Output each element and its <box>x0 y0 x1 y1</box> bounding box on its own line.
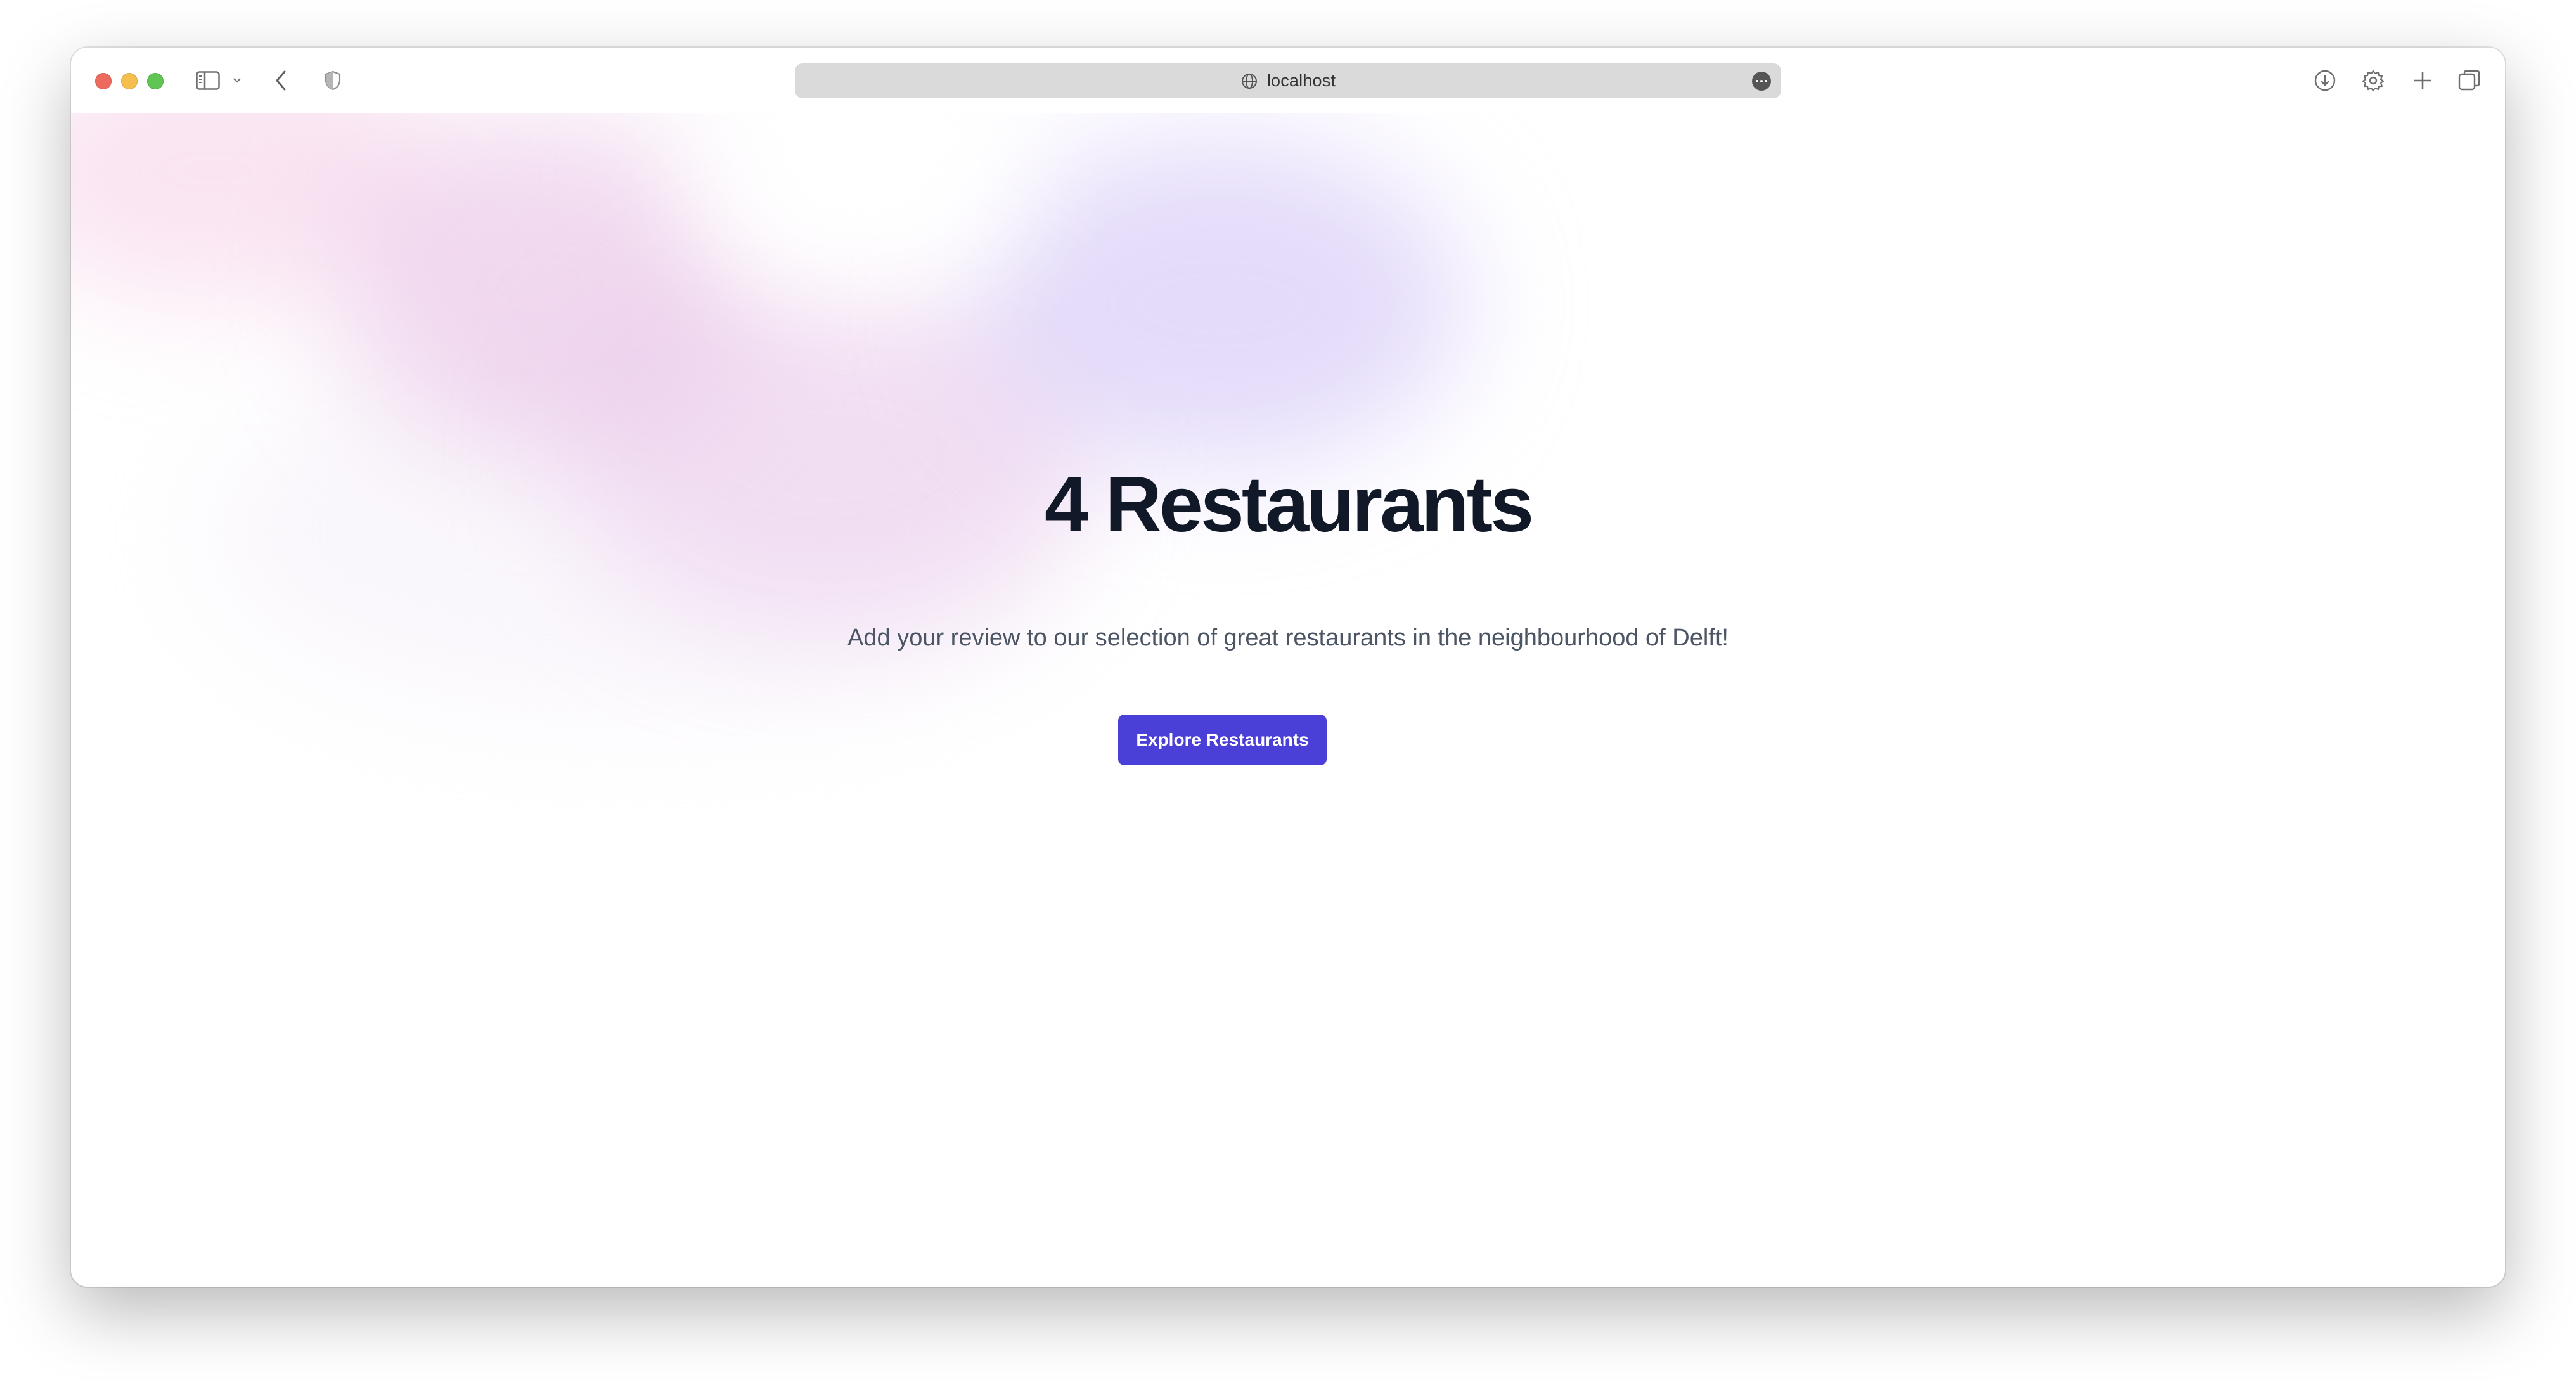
browser-window: localhost 4 Restaurants Add your review … <box>71 48 2505 1287</box>
minimize-window-button[interactable] <box>121 73 138 89</box>
plus-icon[interactable] <box>2410 68 2435 93</box>
browser-toolbar: localhost <box>71 48 2505 113</box>
tab-overview-icon[interactable] <box>2457 68 2482 93</box>
maximize-window-button[interactable] <box>147 73 164 89</box>
back-arrow-icon[interactable] <box>273 69 289 92</box>
privacy-shield-icon[interactable] <box>323 69 342 92</box>
background-gradient <box>971 139 1465 469</box>
sidebar-icon[interactable] <box>195 70 221 91</box>
explore-restaurants-button[interactable]: Explore Restaurants <box>1118 715 1327 765</box>
desktop: localhost 4 Restaurants Add your review … <box>0 0 2576 1381</box>
background-gradient <box>692 113 1022 278</box>
page-title: 4 Restaurants <box>1044 461 1534 548</box>
page-subtitle: Add your review to our selection of grea… <box>847 625 1729 651</box>
address-text: localhost <box>1266 71 1336 90</box>
gear-icon[interactable] <box>2360 68 2386 93</box>
address-bar[interactable]: localhost <box>795 63 1781 98</box>
more-icon[interactable] <box>1752 72 1771 91</box>
chevron-down-icon[interactable] <box>232 75 242 86</box>
download-icon[interactable] <box>2312 68 2338 93</box>
globe-icon <box>1240 72 1258 90</box>
page-content: 4 Restaurants Add your review to our sel… <box>71 113 2505 1287</box>
close-window-button[interactable] <box>95 73 112 89</box>
